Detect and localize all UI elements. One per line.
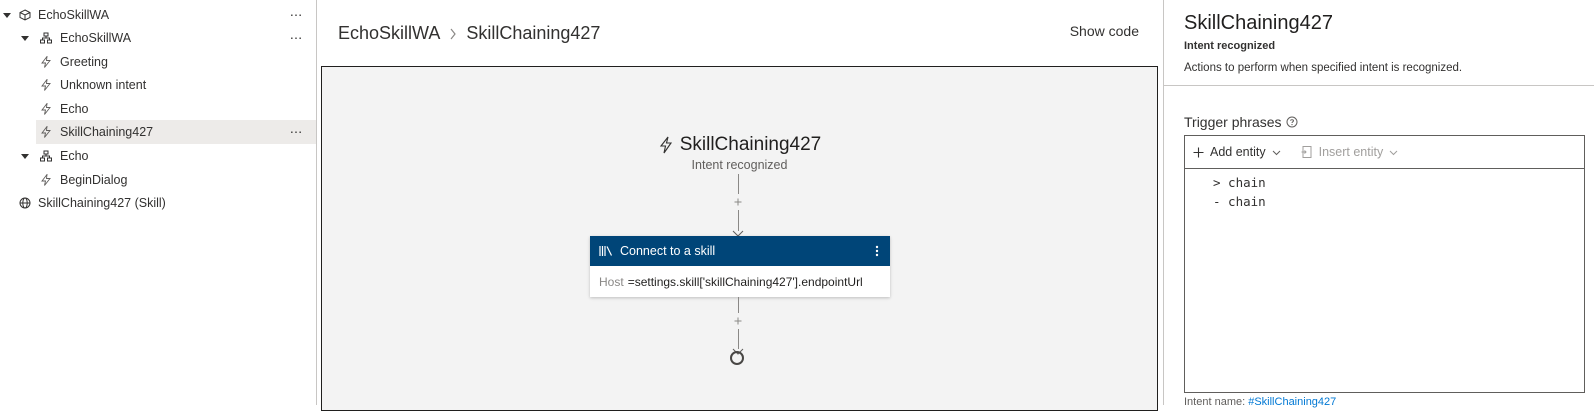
breadcrumb: EchoSkillWA SkillChaining427 [338, 23, 600, 44]
trigger-node-subtitle: Intent recognized [691, 158, 788, 172]
insert-entity-label: Insert entity [1318, 145, 1384, 159]
tree-item-label: EchoSkillWA [38, 8, 110, 22]
lightning-icon [40, 79, 52, 91]
properties-header: SkillChaining427 Intent recognized Actio… [1164, 0, 1594, 86]
connect-to-skill-node[interactable]: Connect to a skill Host =settings.skill['… [590, 236, 890, 297]
node-property-value: =settings.skill['skillChaining427'].endp… [627, 275, 863, 289]
caret-down-icon[interactable] [2, 9, 12, 23]
lightning-icon [40, 103, 52, 115]
code-area[interactable]: > chain - chain [1185, 169, 1584, 211]
add-action-button[interactable] [730, 194, 746, 210]
trigger-title-text: SkillChaining427 [679, 134, 822, 155]
tree-item-label: Greeting [60, 55, 108, 69]
properties-subtitle: Intent recognized [1184, 40, 1276, 52]
more-options-icon[interactable]: ⋯ [286, 121, 306, 141]
caret-down-icon[interactable] [20, 32, 30, 46]
node-title: Connect to a skill [620, 244, 716, 258]
code-line: - chain [1213, 194, 1266, 209]
dialog-tree-icon [40, 32, 52, 44]
intent-name-prefix: Intent name: [1184, 396, 1246, 408]
tree-item-skillchaining427[interactable]: SkillChaining427 ⋯ [36, 120, 316, 144]
tree-item-label: Echo [60, 102, 89, 116]
library-icon [599, 245, 613, 257]
chevron-right-icon [449, 28, 457, 40]
show-code-button[interactable]: Show code [1070, 23, 1139, 39]
chevron-down-icon [1272, 145, 1281, 159]
breadcrumb-item[interactable]: SkillChaining427 [466, 23, 600, 44]
trigger-node-title[interactable]: SkillChaining427 [322, 134, 1157, 156]
flow-end-node [730, 351, 744, 365]
tree-item-label: Unknown intent [60, 78, 147, 92]
globe-icon [19, 197, 31, 209]
add-entity-label: Add entity [1210, 145, 1266, 159]
tree-item-echoskillwa-dialog[interactable]: EchoSkillWA ⋯ [0, 26, 316, 50]
tree-item-echo-dialog[interactable]: Echo [0, 144, 316, 168]
node-more-icon[interactable] [868, 241, 886, 261]
breadcrumb-item[interactable]: EchoSkillWA [338, 23, 440, 44]
insert-entity-icon [1301, 146, 1313, 158]
intent-name: Intent name: #SkillChaining427 [1184, 396, 1336, 408]
plus-icon [1193, 147, 1204, 158]
tree-item-echoskillwa-root[interactable]: EchoSkillWA ⋯ [0, 3, 316, 27]
intent-name-link[interactable]: #SkillChaining427 [1248, 396, 1336, 408]
lightning-icon [40, 56, 52, 68]
lightning-icon [40, 174, 52, 186]
flow-canvas[interactable]: SkillChaining427 Intent recognized Conne… [321, 66, 1158, 411]
dialog-tree-icon [40, 150, 52, 162]
tree-item-begindialog[interactable]: BeginDialog [0, 168, 316, 192]
help-icon[interactable] [1286, 116, 1298, 128]
add-entity-button[interactable]: Add entity [1185, 136, 1281, 168]
trigger-phrases-label: Trigger phrases [1184, 114, 1298, 130]
lightning-icon [40, 126, 52, 138]
more-options-icon[interactable]: ⋯ [286, 4, 306, 24]
tree-item-skill[interactable]: SkillChaining427 (Skill) [0, 191, 316, 215]
tree-item-label: SkillChaining427 (Skill) [38, 196, 166, 210]
properties-panel: SkillChaining427 Intent recognized Actio… [1163, 0, 1594, 408]
tree-item-greeting[interactable]: Greeting [0, 50, 316, 74]
trigger-phrases-editor[interactable]: Add entity Insert entity > chain - chain [1184, 135, 1585, 393]
more-options-icon[interactable]: ⋯ [286, 27, 306, 47]
code-line: > chain [1213, 175, 1266, 190]
tree-item-label: EchoSkillWA [60, 31, 132, 45]
breadcrumb-bar: EchoSkillWA SkillChaining427 Show code [317, 0, 1163, 66]
chevron-down-icon [1389, 145, 1398, 159]
node-property-key: Host [599, 275, 624, 289]
connector-line [738, 174, 739, 194]
properties-title: SkillChaining427 [1184, 12, 1333, 34]
node-header: Connect to a skill [590, 236, 890, 266]
caret-down-icon[interactable] [20, 150, 30, 164]
lightning-icon [658, 136, 674, 154]
tree-item-label: SkillChaining427 [60, 125, 154, 139]
connector-line [738, 297, 739, 313]
add-action-button[interactable] [730, 313, 746, 329]
tree-item-label: Echo [60, 149, 89, 163]
properties-description: Actions to perform when specified intent… [1184, 62, 1463, 74]
cube-icon [19, 9, 31, 21]
tree-item-unknown-intent[interactable]: Unknown intent [0, 73, 316, 97]
node-body: Host =settings.skill['skillChaining427'].… [590, 266, 890, 298]
project-tree: EchoSkillWA ⋯ EchoSkillWA ⋯ Greeting Unk… [0, 0, 317, 405]
editor-toolbar: Add entity Insert entity [1185, 136, 1584, 169]
tree-item-echo-trigger[interactable]: Echo [0, 97, 316, 121]
trigger-phrases-label-text: Trigger phrases [1184, 114, 1282, 130]
tree-item-label: BeginDialog [60, 173, 128, 187]
insert-entity-button[interactable]: Insert entity [1293, 136, 1399, 168]
